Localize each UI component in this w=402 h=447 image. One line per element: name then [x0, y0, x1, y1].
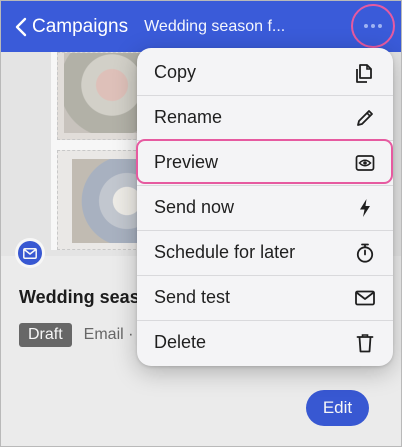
eye-icon	[354, 152, 376, 174]
menu-item-label: Schedule for later	[154, 242, 296, 262]
trash-icon	[354, 332, 376, 354]
context-menu: Copy Rename Preview Send now Schedule fo…	[137, 48, 393, 366]
menu-item-label: Preview	[154, 152, 219, 172]
app-frame: Campaigns Wedding season f... Wedding se…	[0, 0, 402, 447]
back-button[interactable]: Campaigns	[15, 16, 128, 38]
stopwatch-icon	[354, 242, 376, 264]
menu-item-schedule-for-later[interactable]: Schedule for later	[137, 230, 393, 275]
menu-item-delete[interactable]: Delete	[137, 320, 393, 365]
chevron-left-icon	[15, 17, 27, 36]
more-options-button[interactable]	[351, 4, 395, 48]
menu-item-rename[interactable]: Rename	[137, 95, 393, 140]
page-title: Wedding season f...	[144, 17, 286, 35]
pencil-icon	[354, 107, 376, 129]
menu-item-label: Delete	[154, 332, 207, 352]
back-label: Campaigns	[32, 15, 129, 37]
menu-item-copy[interactable]: Copy	[137, 50, 393, 95]
menu-item-label: Copy	[154, 62, 197, 82]
menu-item-send-test[interactable]: Send test	[137, 275, 393, 320]
menu-item-label: Send now	[154, 197, 235, 217]
lightning-icon	[354, 197, 376, 219]
more-horizontal-icon	[364, 24, 368, 28]
menu-item-label: Rename	[154, 107, 223, 127]
menu-item-label: Send test	[154, 287, 231, 307]
envelope-icon	[354, 287, 376, 309]
menu-item-send-now[interactable]: Send now	[137, 185, 393, 230]
copy-icon	[354, 62, 376, 84]
menu-item-preview[interactable]: Preview	[137, 140, 393, 185]
top-bar: Campaigns Wedding season f...	[1, 1, 401, 52]
